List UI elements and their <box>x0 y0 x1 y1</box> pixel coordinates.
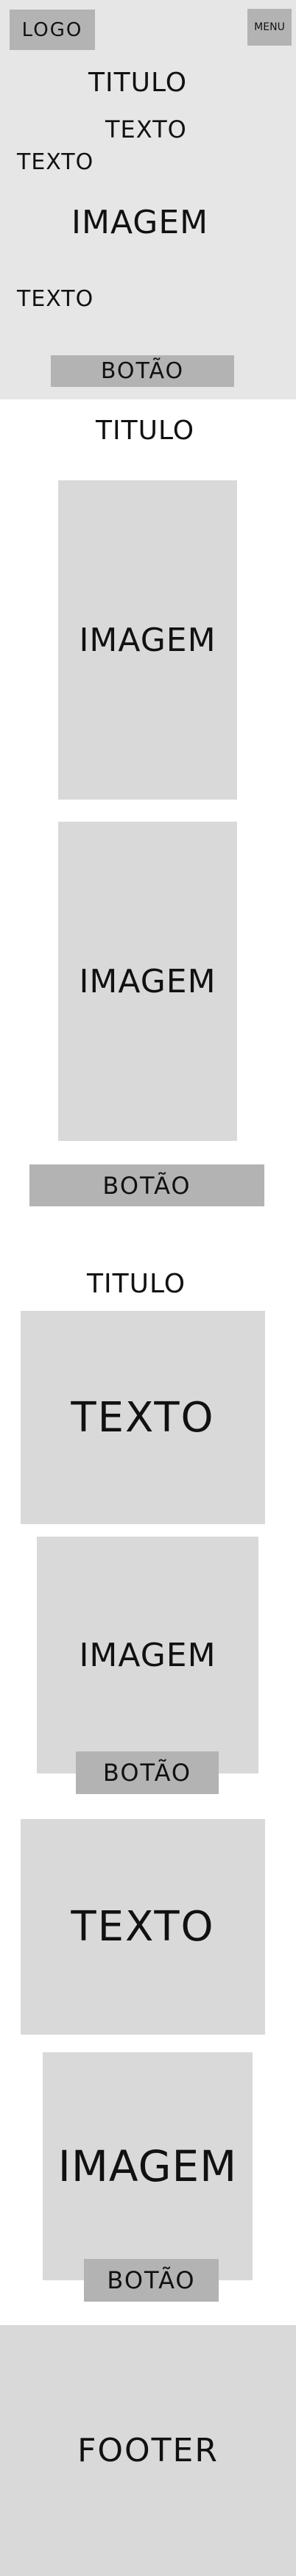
hero-title: TITULO <box>88 68 188 98</box>
footer: FOOTER <box>0 2325 296 2576</box>
section2-text-1-label: TEXTO <box>71 1393 215 1442</box>
menu-button[interactable]: MENU <box>247 9 292 46</box>
section2-button-1[interactable]: BOTÃO <box>76 1751 219 1794</box>
section2-text-2: TEXTO <box>21 1819 265 2035</box>
section2-button-1-label: BOTÃO <box>102 1759 192 1787</box>
footer-label: FOOTER <box>77 2432 219 2469</box>
section2-image-1: IMAGEM <box>37 1537 258 1773</box>
section2-button-2[interactable]: BOTÃO <box>84 2259 219 2302</box>
section1-title: TITULO <box>96 416 195 446</box>
hero-image: IMAGEM <box>71 204 209 241</box>
section1-button-label: BOTÃO <box>102 1171 191 1200</box>
section1-button[interactable]: BOTÃO <box>29 1164 264 1206</box>
hero-text-left: TEXTO <box>17 149 94 175</box>
section1-image-2: IMAGEM <box>58 822 237 1141</box>
hero-button-label: BOTÃO <box>100 358 185 384</box>
section2-title: TITULO <box>87 1269 186 1299</box>
section2-image-2-label: IMAGEM <box>57 2141 238 2191</box>
section2-text-1: TEXTO <box>21 1311 265 1524</box>
section2-text-2-label: TEXTO <box>71 1903 215 1951</box>
section2-button-2-label: BOTÃO <box>107 2266 196 2294</box>
menu-label: MENU <box>254 21 285 33</box>
logo-text: LOGO <box>21 18 83 41</box>
logo[interactable]: LOGO <box>10 10 95 50</box>
section1-image-1: IMAGEM <box>58 480 237 800</box>
section1-image-1-label: IMAGEM <box>79 621 216 659</box>
section2-image-2: IMAGEM <box>43 2052 253 2280</box>
section2-image-1-label: IMAGEM <box>79 1636 216 1674</box>
hero-text-bottom: TEXTO <box>17 286 94 312</box>
hero-button[interactable]: BOTÃO <box>51 355 234 387</box>
hero-text-right: TEXTO <box>105 115 187 143</box>
section1-image-2-label: IMAGEM <box>79 962 216 1000</box>
hero-section <box>0 0 296 399</box>
